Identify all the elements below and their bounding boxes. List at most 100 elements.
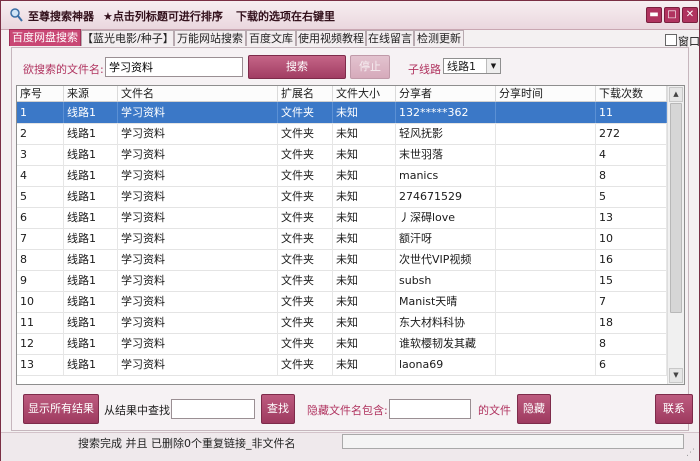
table-row[interactable]: 4 线路1 学习资料 文件夹 未知 manics 8 [17,165,667,187]
cell-downloads: 11 [596,102,667,123]
cell-filename: 学习资料 [118,102,278,123]
cell-downloads: 7 [596,291,667,312]
cell-source: 线路1 [64,144,118,165]
chevron-down-icon[interactable]: ▼ [486,59,500,73]
cell-sharer: 274671529 [396,186,496,207]
cell-sharer: subsh [396,270,496,291]
hide-suffix-label: 的文件 [478,404,511,417]
tab-video-tutorial[interactable]: 使用视频教程 [296,30,366,46]
search-label: 欲搜索的文件名: [23,63,104,76]
cell-extension: 文件夹 [278,228,333,249]
cell-share-time [496,123,596,144]
cell-source: 线路1 [64,270,118,291]
options-hint: 下载的选项在右键里 [236,10,335,23]
cell-downloads: 13 [596,207,667,228]
progress-bar [342,434,684,449]
sub-route-select[interactable]: 线路1 ▼ [443,58,501,74]
cell-downloads: 16 [596,249,667,270]
column-header-index[interactable]: 序号 [17,86,64,101]
cell-extension: 文件夹 [278,186,333,207]
cell-extension: 文件夹 [278,333,333,354]
cell-downloads: 18 [596,312,667,333]
search-button[interactable]: 搜索 [248,55,346,79]
cell-share-time [496,165,596,186]
column-header-source[interactable]: 来源 [64,86,118,101]
column-header-size[interactable]: 文件大小 [333,86,396,101]
find-in-results-input[interactable] [171,399,255,419]
column-header-extension[interactable]: 扩展名 [278,86,333,101]
cell-filename: 学习资料 [118,228,278,249]
cell-extension: 文件夹 [278,354,333,375]
tab-universal-site-search[interactable]: 万能网站搜索 [174,30,246,46]
column-header-downloads[interactable]: 下载次数 [596,86,667,101]
tab-online-message[interactable]: 在线留言 [366,30,414,46]
cell-size: 未知 [333,333,396,354]
cell-downloads: 4 [596,144,667,165]
cell-sharer: laona69 [396,354,496,375]
stop-button[interactable]: 停止 [350,55,390,79]
cell-downloads: 6 [596,354,667,375]
column-header-filename[interactable]: 文件名 [118,86,278,101]
cell-index: 3 [17,144,64,165]
cell-downloads: 10 [596,228,667,249]
table-row[interactable]: 12 线路1 学习资料 文件夹 未知 谁软樱韧发其藏 8 [17,333,667,355]
cell-index: 12 [17,333,64,354]
cell-downloads: 272 [596,123,667,144]
tab-baidu-pan-search[interactable]: 百度网盘搜索 [9,29,81,46]
cell-downloads: 15 [596,270,667,291]
hide-filename-input[interactable] [389,399,471,419]
cell-size: 未知 [333,291,396,312]
find-button[interactable]: 查找 [261,394,295,424]
cell-filename: 学习资料 [118,312,278,333]
column-header-sharer[interactable]: 分享者 [396,86,496,101]
cell-extension: 文件夹 [278,249,333,270]
maximize-button[interactable]: □ [664,7,680,23]
table-row[interactable]: 11 线路1 学习资料 文件夹 未知 东大材料科协 18 [17,312,667,334]
scroll-up-icon[interactable]: ▲ [669,87,683,102]
table-row[interactable]: 1 线路1 学习资料 文件夹 未知 132*****362 11 [17,102,667,124]
cell-share-time [496,312,596,333]
cell-extension: 文件夹 [278,207,333,228]
table-row[interactable]: 7 线路1 学习资料 文件夹 未知 额汗呀 10 [17,228,667,250]
show-all-results-button[interactable]: 显示所有结果 [23,394,99,424]
hide-button[interactable]: 隐藏 [517,394,551,424]
scroll-thumb[interactable] [670,103,682,313]
tab-bluray-movies[interactable]: 【蓝光电影/种子】 [81,30,174,46]
hide-filename-label: 隐藏文件名包含: [307,404,388,417]
cell-sharer: 次世代VIP视频 [396,249,496,270]
tab-check-update[interactable]: 检测更新 [414,30,464,46]
cell-size: 未知 [333,102,396,123]
cell-extension: 文件夹 [278,165,333,186]
table-row[interactable]: 2 线路1 学习资料 文件夹 未知 轻风抚影 272 [17,123,667,145]
tab-baidu-wenku[interactable]: 百度文库 [246,30,296,46]
cell-source: 线路1 [64,186,118,207]
table-row[interactable]: 9 线路1 学习资料 文件夹 未知 subsh 15 [17,270,667,292]
close-button[interactable]: ✕ [682,7,698,23]
table-row[interactable]: 3 线路1 学习资料 文件夹 未知 末世羽落 4 [17,144,667,166]
table-row[interactable]: 6 线路1 学习资料 文件夹 未知 丿深碍love 13 [17,207,667,229]
table-row[interactable]: 5 线路1 学习资料 文件夹 未知 274671529 5 [17,186,667,208]
status-text: 搜索完成 并且 已删除0个重复链接_非文件名 [78,437,296,450]
minimize-button[interactable]: ▬ [646,7,662,23]
cell-filename: 学习资料 [118,165,278,186]
resize-grip-icon[interactable]: ⋰ [686,448,696,458]
cell-size: 未知 [333,144,396,165]
cell-size: 未知 [333,354,396,375]
table-row[interactable]: 10 线路1 学习资料 文件夹 未知 Manist天晴 7 [17,291,667,313]
contact-button[interactable]: 联系 [655,394,693,424]
vertical-scrollbar[interactable]: ▲ ▼ [667,86,684,384]
cell-sharer: 东大材料科协 [396,312,496,333]
window-checkbox[interactable] [665,34,677,46]
table-row[interactable]: 8 线路1 学习资料 文件夹 未知 次世代VIP视频 16 [17,249,667,271]
cell-sharer: 末世羽落 [396,144,496,165]
cell-source: 线路1 [64,102,118,123]
results-table[interactable]: 序号 来源 文件名 扩展名 文件大小 分享者 分享时间 下载次数 1 线路1 学习资… [16,85,685,385]
cell-sharer: 谁软樱韧发其藏 [396,333,496,354]
scroll-down-icon[interactable]: ▼ [669,368,683,383]
cell-size: 未知 [333,228,396,249]
cell-filename: 学习资料 [118,291,278,312]
search-input[interactable] [105,57,243,77]
cell-share-time [496,354,596,375]
table-row[interactable]: 13 线路1 学习资料 文件夹 未知 laona69 6 [17,354,667,376]
column-header-share-time[interactable]: 分享时间 [496,86,596,101]
